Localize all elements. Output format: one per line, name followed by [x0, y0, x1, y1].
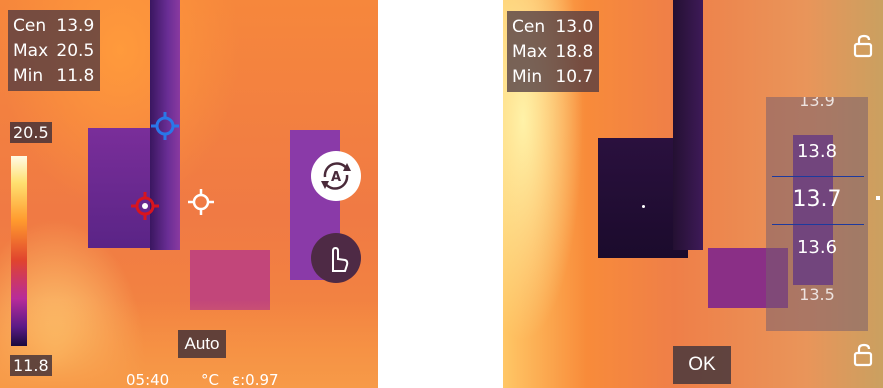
picker-divider	[772, 176, 864, 177]
scale-min-label: 11.8	[10, 355, 52, 376]
picker-indicator	[876, 196, 880, 200]
manual-touch-button[interactable]	[311, 233, 361, 283]
color-scale-bar	[11, 156, 27, 346]
touch-hand-icon	[332, 246, 349, 272]
svg-text:A: A	[331, 170, 341, 185]
picker-value-partial: 13.9	[799, 97, 835, 110]
center-point	[642, 205, 645, 208]
scene-pillar	[673, 0, 703, 250]
auto-mode-button[interactable]: Auto	[178, 330, 226, 358]
readout-min: Min 11.8	[13, 66, 95, 86]
picker-value[interactable]: 13.6	[766, 237, 868, 258]
temperature-readout: Cen 13.9 Max 20.5 Min 11.8	[8, 10, 101, 91]
picker-value-partial: 13.5	[799, 285, 835, 304]
hot-spot-marker-icon	[131, 192, 159, 220]
status-time: 05:40	[126, 371, 170, 388]
temperature-value-picker[interactable]: 13.9 13.8 13.7 13.6 13.5	[766, 97, 868, 331]
status-emissivity: ε:0.97	[232, 371, 279, 388]
temperature-readout: Cen 13.0 Max 18.8 Min 10.7	[507, 11, 600, 92]
cold-spot-marker-icon	[151, 112, 179, 140]
unlock-icon[interactable]	[851, 342, 877, 368]
ok-button[interactable]: OK	[673, 346, 731, 384]
readout-min: Min 10.7	[512, 67, 594, 87]
readout-max: Max 20.5	[13, 41, 95, 61]
center-crosshair-icon	[188, 189, 214, 215]
auto-range-icon: A	[321, 162, 351, 190]
picker-value-selected[interactable]: 13.7	[766, 187, 868, 212]
readout-center: Cen 13.9	[13, 16, 95, 36]
status-unit: °C	[201, 371, 219, 388]
scale-max-label: 20.5	[10, 122, 52, 143]
thermal-view-left: Cen 13.9 Max 20.5 Min 11.8 20.5 11.8 A A…	[0, 0, 378, 388]
picker-divider	[772, 224, 864, 225]
readout-center: Cen 13.0	[512, 17, 594, 37]
readout-max: Max 18.8	[512, 42, 594, 62]
auto-range-button[interactable]: A	[311, 151, 361, 201]
picker-value[interactable]: 13.8	[766, 141, 868, 162]
unlock-icon[interactable]	[851, 33, 877, 59]
